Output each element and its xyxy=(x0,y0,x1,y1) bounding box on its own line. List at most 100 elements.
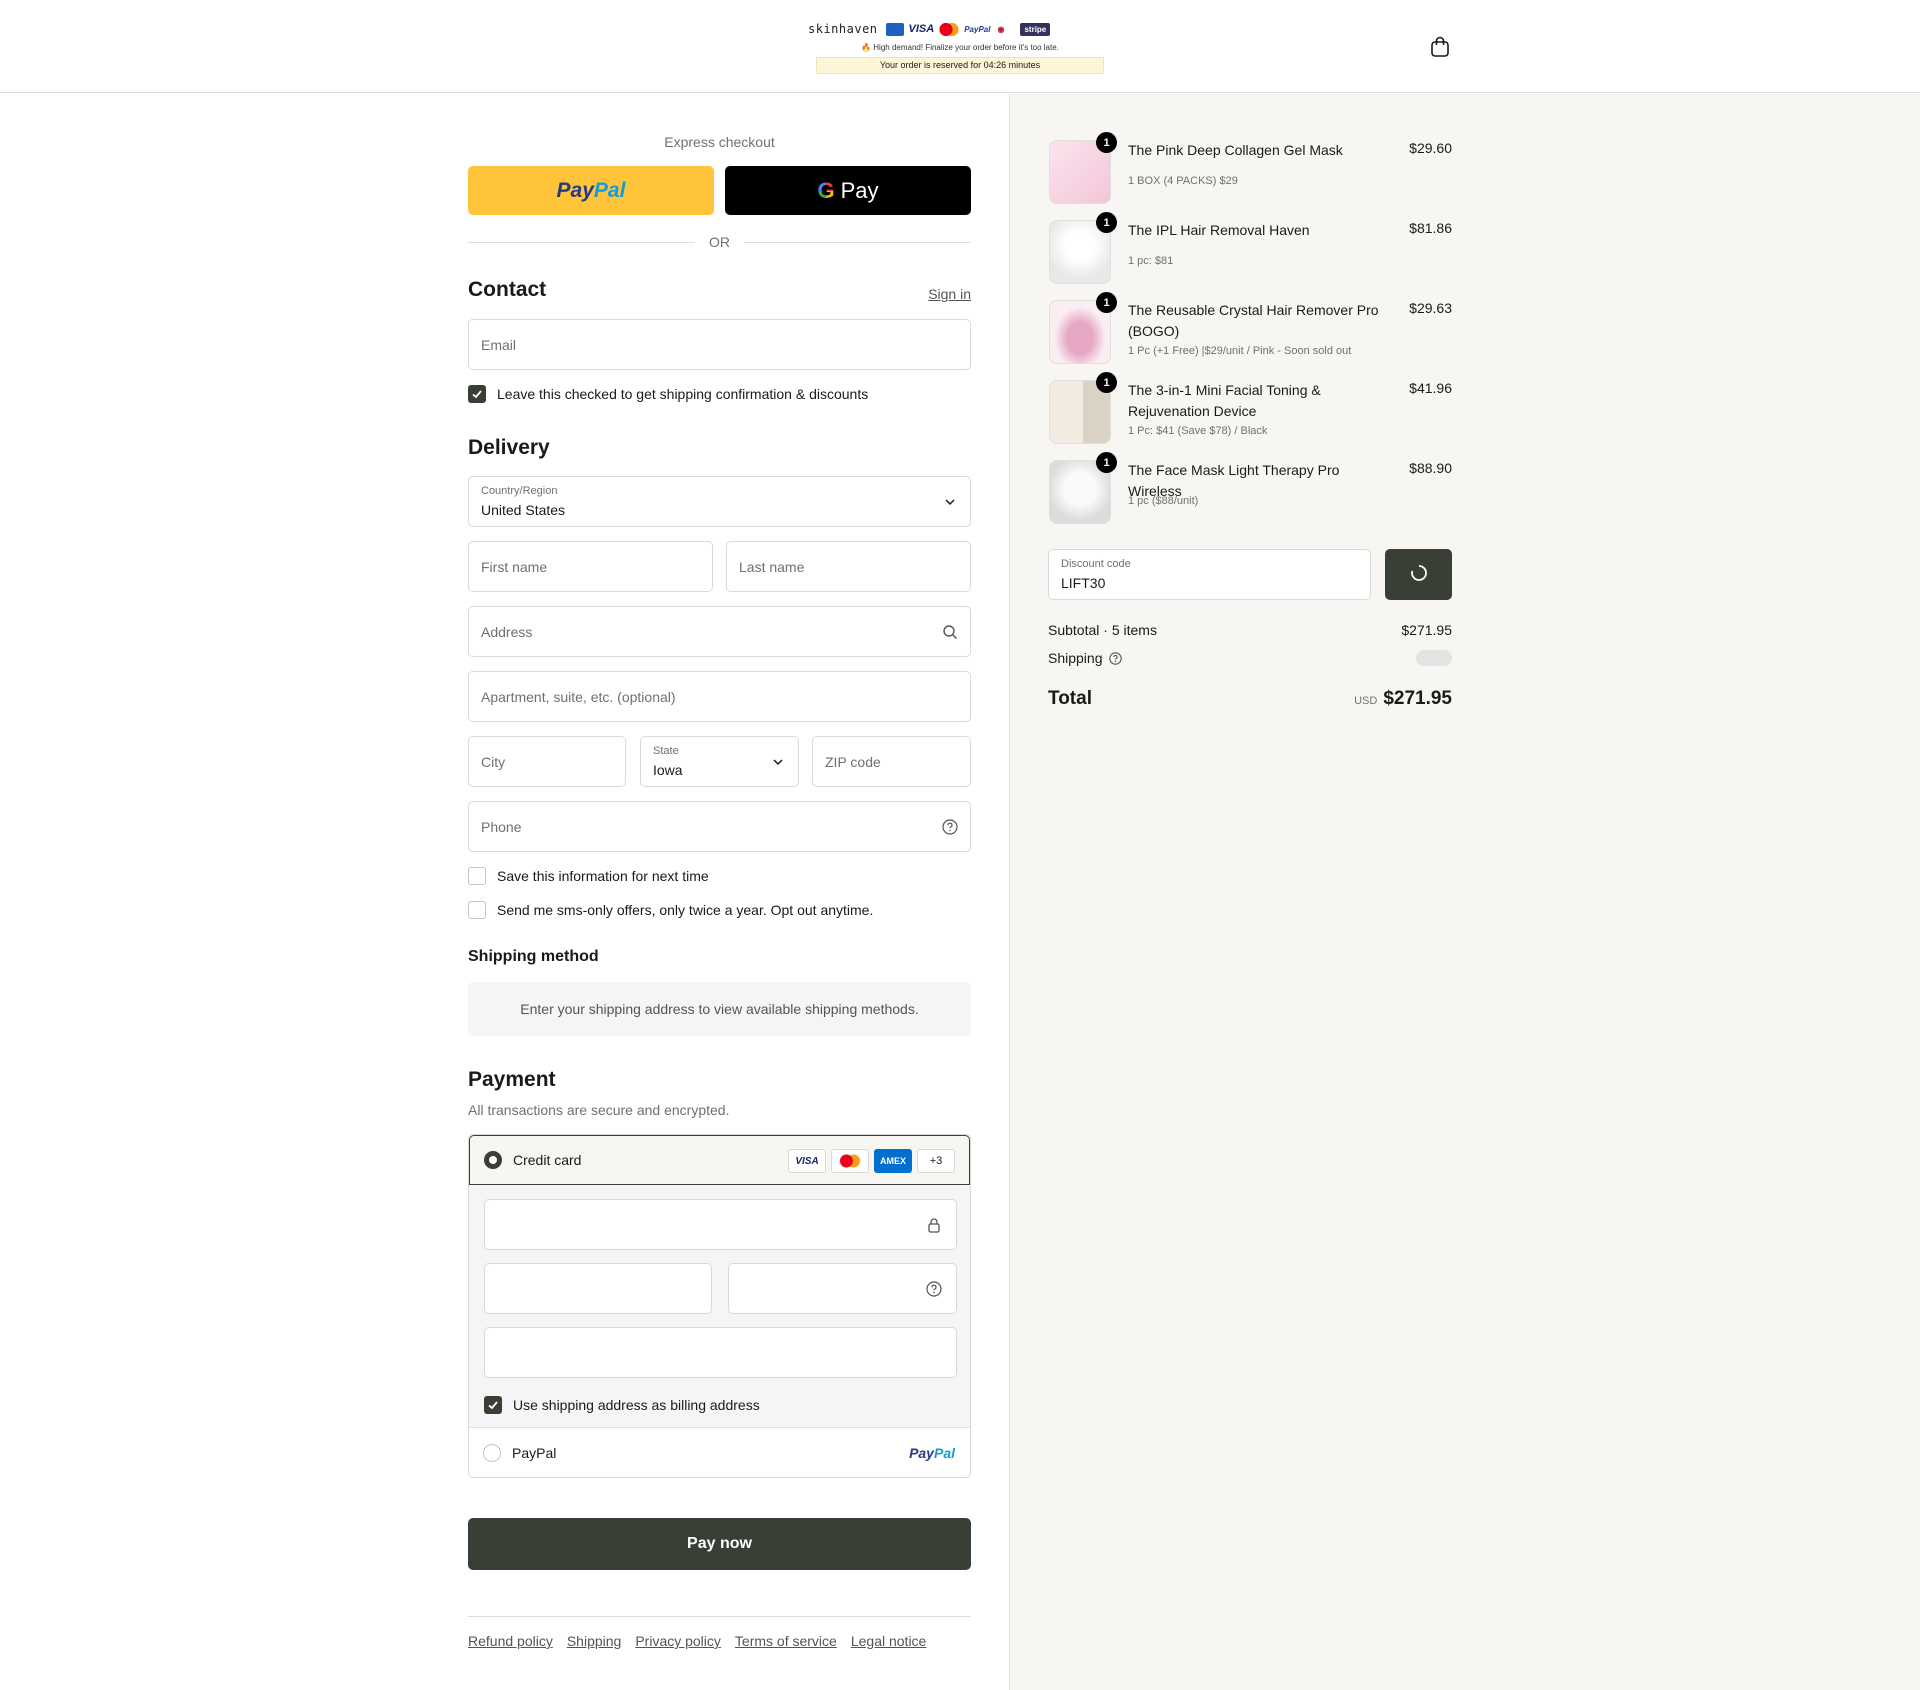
last-name-field[interactable]: Last name xyxy=(726,541,971,592)
refund-policy-link[interactable]: Refund policy xyxy=(468,1633,553,1649)
shipping-row: Shipping xyxy=(1048,650,1452,666)
policy-links: Refund policy Shipping Privacy policy Te… xyxy=(468,1616,971,1649)
shipping-method-heading: Shipping method xyxy=(468,948,599,965)
state-select[interactable]: State Iowa xyxy=(640,736,799,787)
store-banner: skinhaven VISA PayPal ◉ stripe 🔥 High de… xyxy=(808,20,1112,74)
sign-in-link[interactable]: Sign in xyxy=(928,286,971,302)
subtotal-label: Subtotal · 5 items xyxy=(1048,622,1157,638)
reservation-timer: Your order is reserved for 04:26 minutes xyxy=(816,57,1104,74)
save-info-label: Save this information for next time xyxy=(497,868,709,884)
security-code-field[interactable] xyxy=(728,1263,957,1314)
bag-icon[interactable] xyxy=(1430,36,1450,58)
privacy-policy-link[interactable]: Privacy policy xyxy=(635,1633,721,1649)
high-demand-text: 🔥 High demand! Finalize your order befor… xyxy=(861,43,1059,52)
visa-badge: VISA xyxy=(908,22,935,35)
paypal-radio[interactable] xyxy=(483,1444,501,1462)
apartment-field[interactable]: Apartment, suite, etc. (optional) xyxy=(468,671,971,722)
paypal-option[interactable]: PayPal PayPal xyxy=(469,1427,970,1477)
line-item: 1 The Face Mask Light Therapy Pro Wirele… xyxy=(1048,452,1452,526)
billing-same-checkbox[interactable] xyxy=(484,1396,502,1414)
zip-field[interactable]: ZIP code xyxy=(812,736,971,787)
save-info-checkbox[interactable] xyxy=(468,867,486,885)
paypal-express-button[interactable]: Pay Pal xyxy=(468,166,714,215)
shipping-label: Shipping xyxy=(1048,650,1103,666)
payment-subtitle: All transactions are secure and encrypte… xyxy=(468,1102,730,1118)
discount-label: Discount code xyxy=(1061,558,1131,570)
subtotal-row: Subtotal · 5 items $271.95 xyxy=(1048,622,1452,638)
marketing-opt-in[interactable]: Leave this checked to get shipping confi… xyxy=(468,385,868,403)
credit-card-option[interactable]: Credit card VISA AMEX +3 xyxy=(469,1135,970,1185)
apply-discount-button[interactable] xyxy=(1385,549,1452,600)
phone-field[interactable]: Phone xyxy=(468,801,971,852)
credit-card-radio[interactable] xyxy=(484,1151,502,1169)
card-number-field[interactable] xyxy=(484,1199,957,1250)
country-select[interactable]: Country/Region United States xyxy=(468,476,971,527)
or-text: OR xyxy=(709,234,730,250)
address-field[interactable]: Address xyxy=(468,606,971,657)
brand-logo[interactable]: skinhaven xyxy=(808,22,878,36)
subtotal-value: $271.95 xyxy=(1401,622,1452,638)
item-price: $81.86 xyxy=(1409,220,1452,236)
first-name-placeholder: First name xyxy=(481,559,548,575)
name-on-card-field[interactable] xyxy=(484,1327,957,1378)
item-price: $29.60 xyxy=(1409,140,1452,156)
sms-offers-checkbox[interactable] xyxy=(468,901,486,919)
terms-of-service-link[interactable]: Terms of service xyxy=(735,1633,837,1649)
card-brands: VISA AMEX +3 xyxy=(788,1149,955,1173)
help-circle-icon[interactable] xyxy=(942,819,958,835)
card-badge-icon xyxy=(885,22,904,36)
line-item: 1 The Reusable Crystal Hair Remover Pro … xyxy=(1048,292,1452,368)
payment-heading: Payment xyxy=(468,1068,556,1091)
marketing-checkbox[interactable] xyxy=(468,385,486,403)
help-circle-icon[interactable] xyxy=(1108,651,1122,665)
marketing-label: Leave this checked to get shipping confi… xyxy=(497,386,869,402)
quantity-badge: 1 xyxy=(1096,372,1117,393)
shipping-policy-link[interactable]: Shipping xyxy=(567,1633,622,1649)
google-pay-button[interactable]: G Pay xyxy=(725,166,971,215)
search-icon xyxy=(943,625,957,639)
check-icon xyxy=(488,1401,498,1410)
paypal-badge: PayPal xyxy=(964,24,991,34)
country-value: United States xyxy=(481,502,566,518)
legal-notice-link[interactable]: Legal notice xyxy=(851,1633,927,1649)
city-field[interactable]: City xyxy=(468,736,626,787)
first-name-field[interactable]: First name xyxy=(468,541,713,592)
loading-spinner-icon xyxy=(1410,565,1427,581)
sms-offers-option[interactable]: Send me sms-only offers, only twice a ye… xyxy=(468,901,873,919)
contact-heading: Contact xyxy=(468,278,547,301)
currency-code: USD xyxy=(1354,695,1378,707)
item-name: The Reusable Crystal Hair Remover Pro (B… xyxy=(1128,302,1379,339)
paypal-text-b: Pal xyxy=(593,178,626,202)
more-cards-badge[interactable]: +3 xyxy=(917,1149,955,1173)
save-info-option[interactable]: Save this information for next time xyxy=(468,867,709,885)
line-item: 1 The 3-in-1 Mini Facial Toning & Rejuve… xyxy=(1048,372,1452,448)
item-name: The 3-in-1 Mini Facial Toning & Rejuvena… xyxy=(1128,382,1321,419)
email-field[interactable]: Email xyxy=(468,319,971,370)
lock-icon xyxy=(928,1218,940,1233)
state-value: Iowa xyxy=(653,762,683,778)
paypal-logo: PayPal xyxy=(909,1445,955,1461)
pay-now-button[interactable]: Pay now xyxy=(468,1518,971,1570)
visa-card-icon: VISA xyxy=(788,1149,826,1173)
credit-card-form: Use shipping address as billing address xyxy=(469,1185,970,1427)
shipping-loading-placeholder xyxy=(1416,650,1452,666)
quantity-badge: 1 xyxy=(1096,292,1117,313)
line-item: 1 The IPL Hair Removal Haven 1 pc: $81 $… xyxy=(1048,212,1452,286)
help-circle-icon[interactable] xyxy=(926,1281,942,1297)
discount-code-field[interactable]: Discount code LIFT30 xyxy=(1048,549,1371,600)
chevron-down-icon xyxy=(773,759,783,766)
phone-placeholder: Phone xyxy=(481,819,522,835)
expiration-date-field[interactable] xyxy=(484,1263,712,1314)
brand-row: skinhaven VISA PayPal ◉ stripe xyxy=(808,20,1112,38)
item-variant: 1 Pc: $41 (Save $78) / Black xyxy=(1128,425,1268,437)
quantity-badge: 1 xyxy=(1096,132,1117,153)
payment-methods: Credit card VISA AMEX +3 Use shipping ad… xyxy=(468,1134,971,1478)
billing-same-option[interactable]: Use shipping address as billing address xyxy=(484,1396,760,1414)
checkout-header: skinhaven VISA PayPal ◉ stripe 🔥 High de… xyxy=(0,0,1920,93)
item-price: $88.90 xyxy=(1409,460,1452,476)
or-divider: OR xyxy=(468,234,971,250)
item-name: The IPL Hair Removal Haven xyxy=(1128,222,1310,238)
quantity-badge: 1 xyxy=(1096,452,1117,473)
trust-badges: VISA PayPal ◉ stripe xyxy=(885,22,1051,36)
country-label: Country/Region xyxy=(481,485,558,497)
